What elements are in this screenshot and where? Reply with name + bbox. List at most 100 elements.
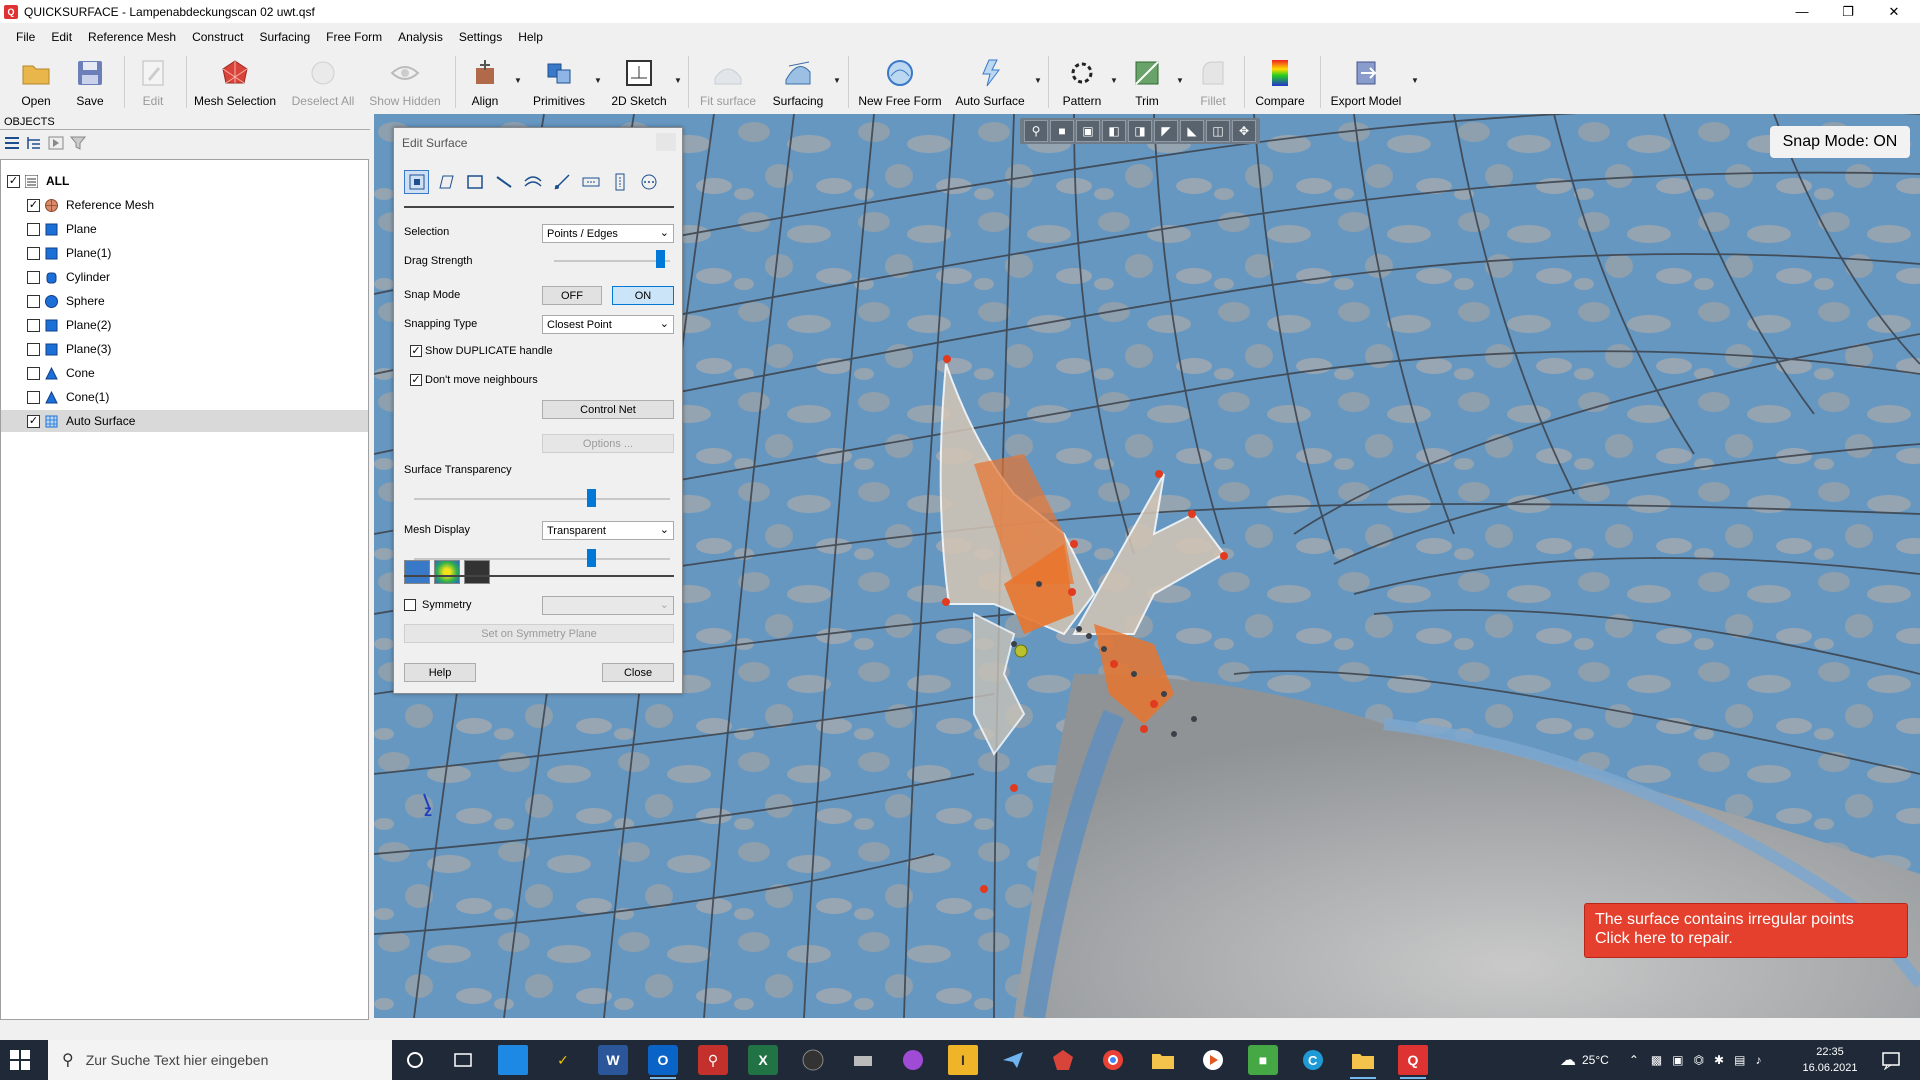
surfacing-dropdown-arrow[interactable]: ▼ [833, 76, 841, 85]
trim-button[interactable]: Trim [1127, 52, 1167, 112]
taskbar-search[interactable]: ⚲ Zur Suche Text hier eingeben [48, 1040, 392, 1080]
tray-volume-icon[interactable]: ♪ [1755, 1053, 1761, 1067]
tree-row-item[interactable]: Plane(3) [1, 338, 368, 360]
quicksurface-taskbar-icon[interactable] [1048, 1045, 1078, 1075]
compare-button[interactable]: Compare [1254, 52, 1306, 112]
surface-transparency-thumb[interactable] [586, 489, 596, 507]
tree-row-item[interactable]: Plane(2) [1, 314, 368, 336]
minimize-button[interactable]: — [1779, 0, 1825, 23]
edit-button[interactable]: Edit [133, 52, 173, 112]
repair-link[interactable]: Click here to repair. [1595, 929, 1897, 948]
view-iso-icon[interactable]: ◫ [1206, 120, 1230, 142]
tree-row-item[interactable]: ✓ Auto Surface [1, 410, 368, 432]
object-visibility-checkbox[interactable] [27, 270, 40, 284]
object-visibility-checkbox[interactable] [27, 246, 40, 260]
drag-strength-thumb[interactable] [655, 250, 665, 268]
drag-strength-track[interactable] [554, 260, 670, 262]
auto-surface-button[interactable]: Auto Surface [955, 52, 1025, 112]
show-duplicate-checkbox[interactable]: ✓ [410, 345, 422, 357]
view-top-icon[interactable]: ◤ [1154, 120, 1178, 142]
object-visibility-checkbox[interactable] [27, 318, 40, 332]
close-window-button[interactable]: ✕ [1871, 0, 1917, 23]
quicksurface-active-icon[interactable]: Q [1398, 1045, 1428, 1079]
media-player-icon[interactable] [1198, 1045, 1228, 1075]
primitives-button[interactable]: Primitives [532, 52, 586, 112]
webcam-icon[interactable] [798, 1045, 828, 1075]
tree-row-all[interactable]: ✓ ALL [7, 170, 374, 192]
mesh-display-dropdown[interactable]: Transparent ⌄ [542, 521, 674, 540]
tree-row-item[interactable]: Cone(1) [1, 386, 368, 408]
checkbox-all[interactable]: ✓ [7, 174, 20, 188]
fit-surface-button[interactable]: Fit surface [698, 52, 758, 112]
fillet-button[interactable]: Fillet [1193, 52, 1233, 112]
dark-surface-swatch[interactable] [464, 560, 490, 584]
set-symmetry-button[interactable]: Set on Symmetry Plane [404, 624, 674, 643]
pattern-button[interactable]: Pattern [1060, 52, 1104, 112]
norton-icon[interactable]: ✓ [548, 1045, 578, 1075]
mesh-display-track[interactable] [414, 558, 670, 560]
tray-device-icon[interactable]: ▩ [1651, 1053, 1662, 1067]
mesh-display-thumb[interactable] [586, 549, 596, 567]
tree-row-item[interactable]: Cone [1, 362, 368, 384]
printer-icon[interactable] [848, 1045, 878, 1075]
surfacing-button[interactable]: Surfacing [770, 52, 826, 112]
blue-surface-swatch[interactable] [404, 560, 430, 584]
snapping-type-dropdown[interactable]: Closest Point ⌄ [542, 315, 674, 334]
pattern-dropdown-arrow[interactable]: ▼ [1110, 76, 1118, 85]
zoom-fit-icon[interactable]: ⚲ [1024, 120, 1048, 142]
more-options-icon[interactable] [636, 170, 661, 194]
menu-help[interactable]: Help [510, 30, 551, 44]
symmetry-row[interactable]: Symmetry [404, 599, 472, 611]
view-back-icon[interactable]: ▣ [1076, 120, 1100, 142]
sketch-2d-button[interactable]: 2D Sketch [611, 52, 667, 112]
line-tool-icon[interactable] [549, 170, 574, 194]
menu-construct[interactable]: Construct [184, 30, 251, 44]
tree-row-item[interactable]: Plane [1, 218, 368, 240]
boundary-icon[interactable] [462, 170, 487, 194]
object-visibility-checkbox[interactable]: ✓ [27, 198, 40, 212]
tree-row-item[interactable]: ✓ Reference Mesh [1, 194, 368, 216]
deselect-all-button[interactable]: Deselect All [288, 52, 358, 112]
tray-monitor-icon[interactable]: ▣ [1672, 1053, 1683, 1067]
chrome-icon[interactable] [1098, 1045, 1128, 1075]
primitives-dropdown-arrow[interactable]: ▼ [594, 76, 602, 85]
align-button[interactable]: Align [465, 52, 505, 112]
file-explorer-icon[interactable] [1148, 1045, 1178, 1075]
snap-off-button[interactable]: OFF [542, 286, 602, 305]
sketch-dropdown-arrow[interactable]: ▼ [674, 76, 682, 85]
mesh-selection-button[interactable]: Mesh Selection [194, 52, 276, 112]
view-bottom-icon[interactable]: ◣ [1180, 120, 1204, 142]
new-free-form-button[interactable]: New Free Form [858, 52, 942, 112]
object-visibility-checkbox[interactable] [27, 222, 40, 236]
tray-usb-icon[interactable]: ⏣ [1694, 1053, 1704, 1067]
menu-surfacing[interactable]: Surfacing [251, 30, 318, 44]
control-net-button[interactable]: Control Net [542, 400, 674, 419]
temperature[interactable]: 25°C [1582, 1053, 1609, 1067]
menu-free-form[interactable]: Free Form [318, 30, 390, 44]
object-visibility-checkbox[interactable] [27, 294, 40, 308]
restore-button[interactable]: ❐ [1825, 0, 1871, 23]
word-icon[interactable]: W [598, 1045, 628, 1075]
show-hidden-button[interactable]: Show Hidden [368, 52, 442, 112]
view-axes-icon[interactable]: ✥ [1232, 120, 1256, 142]
tray-bluetooth-icon[interactable]: ✱ [1714, 1053, 1724, 1067]
filter-icon[interactable] [69, 136, 87, 153]
align-dropdown-arrow[interactable]: ▼ [514, 76, 522, 85]
insert-row-icon[interactable] [578, 170, 603, 194]
cortana-icon[interactable] [400, 1045, 430, 1075]
view-front-icon[interactable]: ■ [1050, 120, 1074, 142]
tray-network-icon[interactable]: ▤ [1734, 1053, 1745, 1067]
menu-reference-mesh[interactable]: Reference Mesh [80, 30, 184, 44]
outlook-icon[interactable]: O [648, 1045, 678, 1079]
tree-view-icon[interactable] [26, 136, 42, 153]
export-dropdown-arrow[interactable]: ▼ [1411, 76, 1419, 85]
notifications-icon[interactable] [1876, 1045, 1906, 1075]
symmetry-dropdown[interactable]: ⌄ [542, 596, 674, 615]
firefox-icon[interactable] [898, 1045, 928, 1075]
save-button[interactable]: Save [70, 52, 110, 112]
expand-icon[interactable] [48, 136, 64, 153]
object-visibility-checkbox[interactable]: ✓ [27, 414, 40, 428]
dont-move-row[interactable]: ✓ Don't move neighbours [410, 374, 538, 386]
show-duplicate-row[interactable]: ✓ Show DUPLICATE handle [410, 345, 553, 357]
c-app-icon[interactable]: C [1298, 1045, 1328, 1075]
